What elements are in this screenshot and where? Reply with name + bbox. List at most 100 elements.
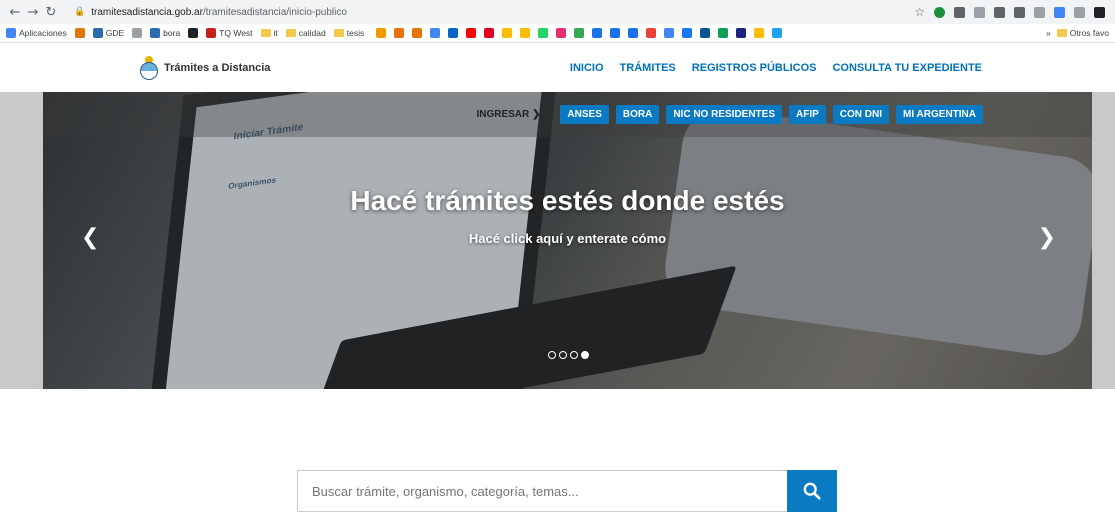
extension-icon[interactable] [1074, 6, 1085, 18]
bookmark-favicon-icon[interactable] [376, 28, 387, 38]
search-button[interactable] [787, 470, 837, 512]
bookmark-favicon-icon [92, 28, 103, 38]
bookmark-item[interactable]: calidad [285, 28, 326, 38]
more-bookmarks-button[interactable]: » [1046, 28, 1051, 38]
bookmark-favicon-icon[interactable] [754, 28, 765, 38]
main-nav: INICIO TRÁMITES REGISTROS PÚBLICOS CONSULTA… [570, 62, 982, 74]
url-host: tramitesadistancia.gob.ar [91, 6, 203, 18]
carousel-prev-icon[interactable]: ❮ [81, 225, 99, 250]
bookmark-favicon-icon [150, 28, 161, 38]
site-header: Trámites a Distancia INICIO TRÁMITES REGIS… [0, 43, 1115, 92]
carousel-indicators [548, 351, 589, 359]
bookmark-favicon-icon [188, 28, 199, 38]
bookmark-favicon-icon [206, 28, 217, 38]
bookmark-favicon-icon[interactable] [448, 28, 459, 38]
bookmark-favicon-icon[interactable] [520, 28, 531, 38]
bookmark-item[interactable] [74, 28, 85, 38]
quick-link-anses[interactable]: ANSES [560, 105, 609, 124]
carousel-dot[interactable] [570, 351, 578, 359]
search-input[interactable] [297, 470, 787, 512]
carousel-next-icon[interactable]: ❯ [1038, 225, 1056, 250]
bookmark-favicon-icon[interactable] [736, 28, 747, 38]
bookmark-favicon-icon[interactable] [502, 28, 513, 38]
url-bar[interactable]: 🔒 tramitesadistancia.gob.ar/tramitesadis… [68, 2, 808, 22]
bookmark-favicon-icon[interactable] [430, 28, 441, 38]
other-bookmarks-folder[interactable]: Otros favo [1056, 28, 1109, 38]
extension-icon[interactable] [934, 6, 945, 18]
bookmark-star-icon[interactable]: ☆ [914, 5, 925, 19]
carousel-dot[interactable] [581, 351, 589, 359]
extension-icon[interactable] [974, 6, 985, 18]
quick-link-nic-no-residentes[interactable]: NIC NO RESIDENTES [666, 105, 783, 124]
url-path: /tramitesadistancia/inicio-publico [202, 6, 347, 18]
bookmark-label: Aplicaciones [19, 28, 67, 38]
bookmark-item[interactable]: tesis [333, 28, 365, 38]
extension-icon[interactable] [1034, 6, 1045, 18]
site-logo[interactable]: Trámites a Distancia [140, 55, 271, 80]
bookmark-favicon-icon[interactable] [700, 28, 711, 38]
carousel-dot[interactable] [548, 351, 556, 359]
argentina-emblem-icon [140, 55, 158, 80]
bookmark-favicon-icon [132, 28, 143, 38]
folder-icon [333, 29, 344, 37]
bookmark-item[interactable] [132, 28, 143, 38]
browser-toolbar: ← → ↻ 🔒 tramitesadistancia.gob.ar/tramit… [0, 0, 1115, 24]
bookmark-favicon-icon[interactable] [592, 28, 603, 38]
bookmark-label: it [273, 28, 278, 38]
bookmark-favicon-icon[interactable] [538, 28, 549, 38]
folder-icon [1056, 29, 1067, 37]
extension-icon[interactable] [994, 6, 1005, 18]
bookmark-favicon-icon [6, 28, 16, 38]
nav-link-registros-p-blicos[interactable]: REGISTROS PÚBLICOS [692, 62, 817, 74]
bookmark-favicon-icon[interactable] [574, 28, 585, 38]
extension-icon[interactable] [954, 6, 965, 18]
bookmark-favicon-icon[interactable] [484, 28, 495, 38]
extension-icon[interactable] [1054, 6, 1065, 18]
quick-link-bora[interactable]: BORA [615, 105, 660, 124]
bookmarks-bar: Aplicaciones GDE bora TQ West it calidad tesis… [0, 24, 1115, 43]
bookmark-item[interactable]: TQ West [206, 28, 253, 38]
quick-link-afip[interactable]: AFIP [789, 105, 826, 124]
bookmark-favicon-icon[interactable] [466, 28, 477, 38]
bookmark-favicon-icon[interactable] [718, 28, 729, 38]
search-icon [803, 482, 821, 500]
bookmark-favicon-icon[interactable] [646, 28, 657, 38]
bookmark-favicon-icon[interactable] [628, 28, 639, 38]
bookmark-item[interactable]: GDE [92, 28, 125, 38]
hero-subtitle[interactable]: Hacé click aquí y enterate cómo [43, 231, 1092, 246]
folder-icon [285, 29, 296, 37]
quick-links: INGRESAR ❯ ANSES BORA NIC NO RESIDENTES AFI… [476, 105, 983, 124]
bookmark-favicon-icon[interactable] [556, 28, 567, 38]
nav-link-inicio[interactable]: INICIO [570, 62, 604, 74]
bookmark-item[interactable]: bora [150, 28, 180, 38]
folder-icon [260, 29, 271, 37]
hero-title[interactable]: Hacé trámites estés donde estés [43, 185, 1092, 217]
site-logo-text: Trámites a Distancia [164, 61, 271, 74]
bookmark-favicon-icon[interactable] [772, 28, 783, 38]
bookmark-favicon-icon[interactable] [412, 28, 423, 38]
reload-icon[interactable]: ↻ [42, 5, 60, 20]
bookmark-item[interactable]: it [260, 28, 278, 38]
other-bookmarks-label: Otros favo [1069, 28, 1109, 38]
nav-link-consulta-tu-expediente[interactable]: CONSULTA TU EXPEDIENTE [832, 62, 982, 74]
bookmark-favicon-icon[interactable] [682, 28, 693, 38]
nav-link-tr-mites[interactable]: TRÁMITES [620, 62, 676, 74]
bookmark-favicon-icon [74, 28, 85, 38]
bookmark-label: bora [163, 28, 181, 38]
bookmark-favicon-icon[interactable] [394, 28, 405, 38]
hero-carousel[interactable]: Iniciar Trámite Organismos INGRESAR ❯ AN… [43, 92, 1092, 389]
bookmark-favicon-icon[interactable] [664, 28, 675, 38]
ingresar-link[interactable]: INGRESAR ❯ [476, 109, 540, 120]
extension-icon[interactable] [1014, 6, 1025, 18]
quick-link-mi-argentina[interactable]: MI ARGENTINA [896, 105, 983, 124]
bookmark-item[interactable]: Aplicaciones [6, 28, 67, 38]
bookmark-label: GDE [105, 28, 125, 38]
quick-link-con-dni[interactable]: CON DNI [832, 105, 890, 124]
bookmark-item[interactable] [188, 28, 199, 38]
bookmark-label: tesis [346, 28, 365, 38]
carousel-dot[interactable] [559, 351, 567, 359]
bookmark-favicon-icon[interactable] [610, 28, 621, 38]
back-icon[interactable]: ← [6, 5, 24, 20]
extension-icon[interactable] [1094, 6, 1105, 18]
forward-icon[interactable]: → [24, 5, 42, 20]
